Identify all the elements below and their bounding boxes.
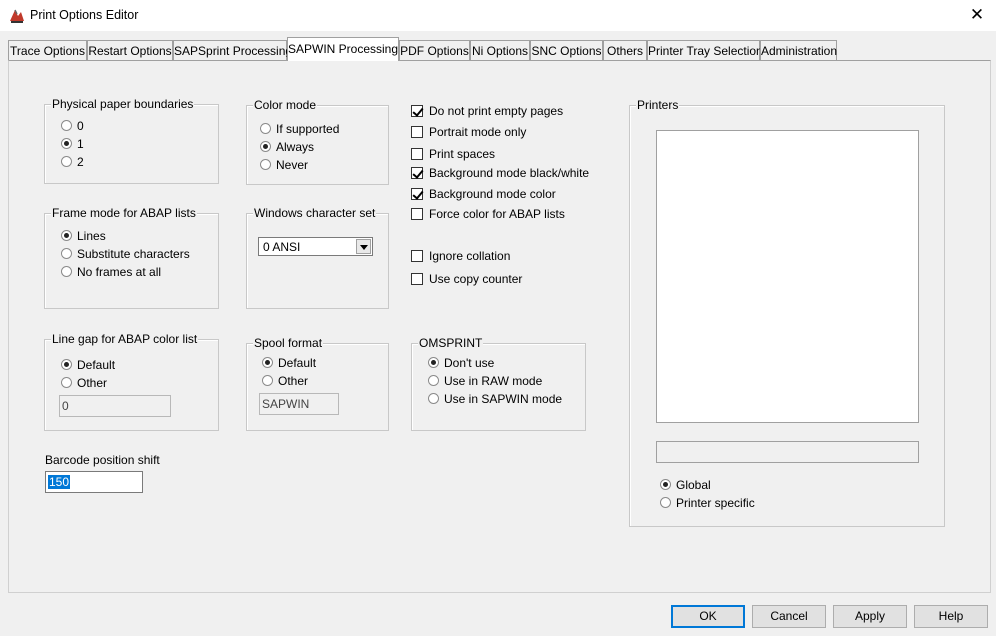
tab-bar: Trace Options Restart Options SAPSprint …: [8, 37, 838, 61]
help-button[interactable]: Help: [914, 605, 988, 628]
printers-listbox[interactable]: [656, 130, 919, 423]
cancel-button[interactable]: Cancel: [752, 605, 826, 628]
apply-button[interactable]: Apply: [833, 605, 907, 628]
tab-restart-options[interactable]: Restart Options: [87, 40, 173, 60]
group-title: Physical paper boundaries: [51, 97, 195, 111]
line-gap-input[interactable]: 0: [59, 395, 171, 417]
charset-select[interactable]: 0 ANSI: [258, 237, 373, 256]
tab-others[interactable]: Others: [603, 40, 647, 60]
spool-format-input[interactable]: SAPWIN: [259, 393, 339, 415]
group-title: OMSPRINT: [418, 336, 484, 350]
tab-snc-options[interactable]: SNC Options: [530, 40, 603, 60]
title-bar: Print Options Editor ✕: [0, 0, 996, 31]
charset-group: Windows character set: [246, 206, 389, 309]
tab-pdf-options[interactable]: PDF Options: [399, 40, 470, 60]
group-title: Spool format: [253, 336, 324, 350]
group-title: Frame mode for ABAP lists: [51, 206, 197, 220]
tab-sapwin-processing[interactable]: SAPWIN Processing: [287, 37, 399, 61]
group-title: Printers: [636, 98, 680, 112]
charset-value: 0 ANSI: [263, 240, 301, 254]
ok-button[interactable]: OK: [671, 605, 745, 628]
barcode-label: Barcode position shift: [45, 453, 160, 467]
tab-ni-options[interactable]: Ni Options: [470, 40, 530, 60]
printer-name-field: [656, 441, 919, 463]
close-icon[interactable]: ✕: [962, 4, 992, 28]
chevron-down-icon[interactable]: [356, 239, 371, 254]
group-title: Color mode: [253, 98, 318, 112]
tab-sapsprint-processing[interactable]: SAPSprint Processing: [173, 40, 292, 60]
tab-trace-options[interactable]: Trace Options: [8, 40, 87, 60]
barcode-value: 150: [48, 475, 71, 489]
group-title: Windows character set: [253, 206, 377, 220]
app-icon: [10, 9, 24, 23]
tab-printer-tray-selection[interactable]: Printer Tray Selection: [647, 40, 763, 60]
tab-administration[interactable]: Administration: [760, 40, 837, 60]
barcode-input[interactable]: 150: [45, 471, 143, 493]
group-title: Line gap for ABAP color list: [51, 332, 199, 346]
window-title: Print Options Editor: [30, 8, 139, 22]
